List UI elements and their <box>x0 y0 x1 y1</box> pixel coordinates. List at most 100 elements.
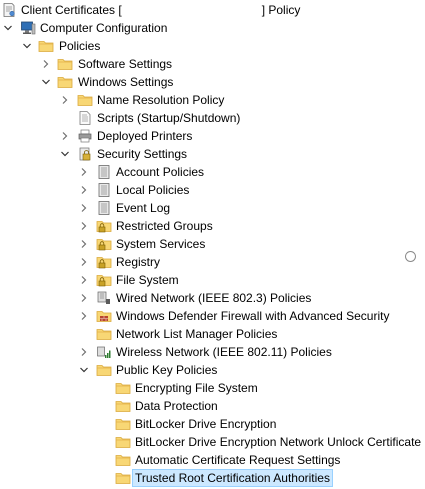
tree-node-label-selected: Trusted Root Certification Authorities <box>132 469 333 487</box>
tree-node-bitlocker-network-unlock[interactable]: BitLocker Drive Encryption Network Unloc… <box>0 433 425 451</box>
tree-node-automatic-certificate-request[interactable]: Automatic Certificate Request Settings <box>0 451 425 469</box>
chevron-right-icon[interactable] <box>78 235 90 253</box>
tree-node-deployed-printers[interactable]: Deployed Printers <box>0 127 425 145</box>
tree-node-security-settings[interactable]: Security Settings <box>0 145 425 163</box>
tree-node-policies[interactable]: Policies <box>0 37 425 55</box>
chevron-right-icon[interactable] <box>78 181 90 199</box>
tree-node-local-policies[interactable]: Local Policies <box>0 181 425 199</box>
tree-node-label: Scripts (Startup/Shutdown) <box>97 111 241 125</box>
tree-node-label: Security Settings <box>97 147 188 161</box>
tree-node-event-log[interactable]: Event Log <box>0 199 425 217</box>
tree-node-label: Windows Settings <box>78 75 174 89</box>
computer-icon <box>20 20 36 36</box>
tree-node-label: Registry <box>116 255 161 269</box>
tree-node-label: Restricted Groups <box>116 219 213 233</box>
chevron-right-icon[interactable] <box>78 343 90 361</box>
folder-icon <box>115 434 131 450</box>
tree-node-label: BitLocker Drive Encryption <box>135 417 277 431</box>
policy-icon <box>1 2 17 18</box>
tree-node-trusted-root-ca[interactable]: Trusted Root Certification Authorities <box>0 469 425 487</box>
policy-document-icon <box>96 164 112 180</box>
event-log-icon <box>96 200 112 216</box>
tree-node-label: BitLocker Drive Encryption Network Unloc… <box>135 435 422 449</box>
wired-network-icon <box>96 290 112 306</box>
chevron-down-icon[interactable] <box>2 19 14 37</box>
tree-node-wireless-network[interactable]: Wireless Network (IEEE 802.11) Policies <box>0 343 425 361</box>
tree-node-computer-configuration[interactable]: Computer Configuration <box>0 19 425 37</box>
tree-node-system-services[interactable]: System Services <box>0 235 425 253</box>
tree-node-bitlocker[interactable]: BitLocker Drive Encryption <box>0 415 425 433</box>
tree-node-label: Encrypting File System <box>135 381 258 395</box>
chevron-right-icon[interactable] <box>59 91 71 109</box>
folder-lock-icon <box>96 218 112 234</box>
tree-node-label: Data Protection <box>135 399 218 413</box>
folder-icon <box>115 380 131 396</box>
folder-icon <box>96 326 112 342</box>
tree-node-network-list-manager[interactable]: Network List Manager Policies <box>0 325 425 343</box>
policy-document-icon <box>96 182 112 198</box>
security-lock-icon <box>77 146 93 162</box>
folder-icon <box>57 56 73 72</box>
tree-node-encrypting-file-system[interactable]: Encrypting File System <box>0 379 425 397</box>
chevron-right-icon[interactable] <box>78 217 90 235</box>
folder-icon <box>115 470 131 486</box>
tree-node-label: Windows Defender Firewall with Advanced … <box>116 309 390 323</box>
folder-icon <box>115 416 131 432</box>
tree-node-label: Account Policies <box>116 165 205 179</box>
tree-node-scripts[interactable]: Scripts (Startup/Shutdown) <box>0 109 425 127</box>
tree-node-label: Wireless Network (IEEE 802.11) Policies <box>116 345 332 359</box>
tree-node-public-key-policies[interactable]: Public Key Policies <box>0 361 425 379</box>
folder-icon <box>96 362 112 378</box>
folder-icon <box>38 38 54 54</box>
folder-lock-icon <box>96 272 112 288</box>
tree-node-label: Computer Configuration <box>40 21 168 35</box>
tree-node-name-resolution-policy[interactable]: Name Resolution Policy <box>0 91 425 109</box>
tree-node-label: Policies <box>59 39 101 53</box>
tree-node-label: Automatic Certificate Request Settings <box>135 453 341 467</box>
tree-node-software-settings[interactable]: Software Settings <box>0 55 425 73</box>
wireless-network-icon <box>96 344 112 360</box>
chevron-down-icon[interactable] <box>21 37 33 55</box>
folder-lock-icon <box>96 236 112 252</box>
tree-node-root[interactable]: Client Certificates [] Policy <box>0 1 425 19</box>
chevron-down-icon[interactable] <box>78 361 90 379</box>
scroll-indicator <box>405 251 416 262</box>
folder-icon <box>115 398 131 414</box>
chevron-right-icon[interactable] <box>78 271 90 289</box>
chevron-down-icon[interactable] <box>59 145 71 163</box>
folder-lock-icon <box>96 254 112 270</box>
tree-node-file-system[interactable]: File System <box>0 271 425 289</box>
tree-node-label: Software Settings <box>78 57 173 71</box>
script-icon <box>77 110 93 126</box>
chevron-right-icon[interactable] <box>59 127 71 145</box>
tree-node-account-policies[interactable]: Account Policies <box>0 163 425 181</box>
printer-icon <box>77 128 93 144</box>
tree-node-label: File System <box>116 273 179 287</box>
chevron-right-icon[interactable] <box>78 163 90 181</box>
chevron-right-icon[interactable] <box>78 307 90 325</box>
tree-node-windows-defender-firewall[interactable]: Windows Defender Firewall with Advanced … <box>0 307 425 325</box>
chevron-right-icon[interactable] <box>40 55 52 73</box>
tree-node-label: Public Key Policies <box>116 363 218 377</box>
tree-node-label: Name Resolution Policy <box>97 93 225 107</box>
chevron-down-icon[interactable] <box>40 73 52 91</box>
chevron-right-icon[interactable] <box>78 253 90 271</box>
policy-tree: Client Certificates [] Policy Computer C… <box>0 0 425 489</box>
tree-node-windows-settings[interactable]: Windows Settings <box>0 73 425 91</box>
tree-node-label: System Services <box>116 237 206 251</box>
tree-node-label: Network List Manager Policies <box>116 327 278 341</box>
tree-node-label: Wired Network (IEEE 802.3) Policies <box>116 291 312 305</box>
folder-icon <box>57 74 73 90</box>
folder-icon <box>77 92 93 108</box>
tree-node-label: Client Certificates [] Policy <box>21 3 301 17</box>
tree-node-registry[interactable]: Registry <box>0 253 425 271</box>
tree-node-label: Event Log <box>116 201 171 215</box>
firewall-icon <box>96 308 112 324</box>
tree-node-data-protection[interactable]: Data Protection <box>0 397 425 415</box>
tree-node-restricted-groups[interactable]: Restricted Groups <box>0 217 425 235</box>
tree-node-label: Deployed Printers <box>97 129 193 143</box>
tree-node-wired-network[interactable]: Wired Network (IEEE 802.3) Policies <box>0 289 425 307</box>
folder-icon <box>115 452 131 468</box>
chevron-right-icon[interactable] <box>78 289 90 307</box>
chevron-right-icon[interactable] <box>78 199 90 217</box>
